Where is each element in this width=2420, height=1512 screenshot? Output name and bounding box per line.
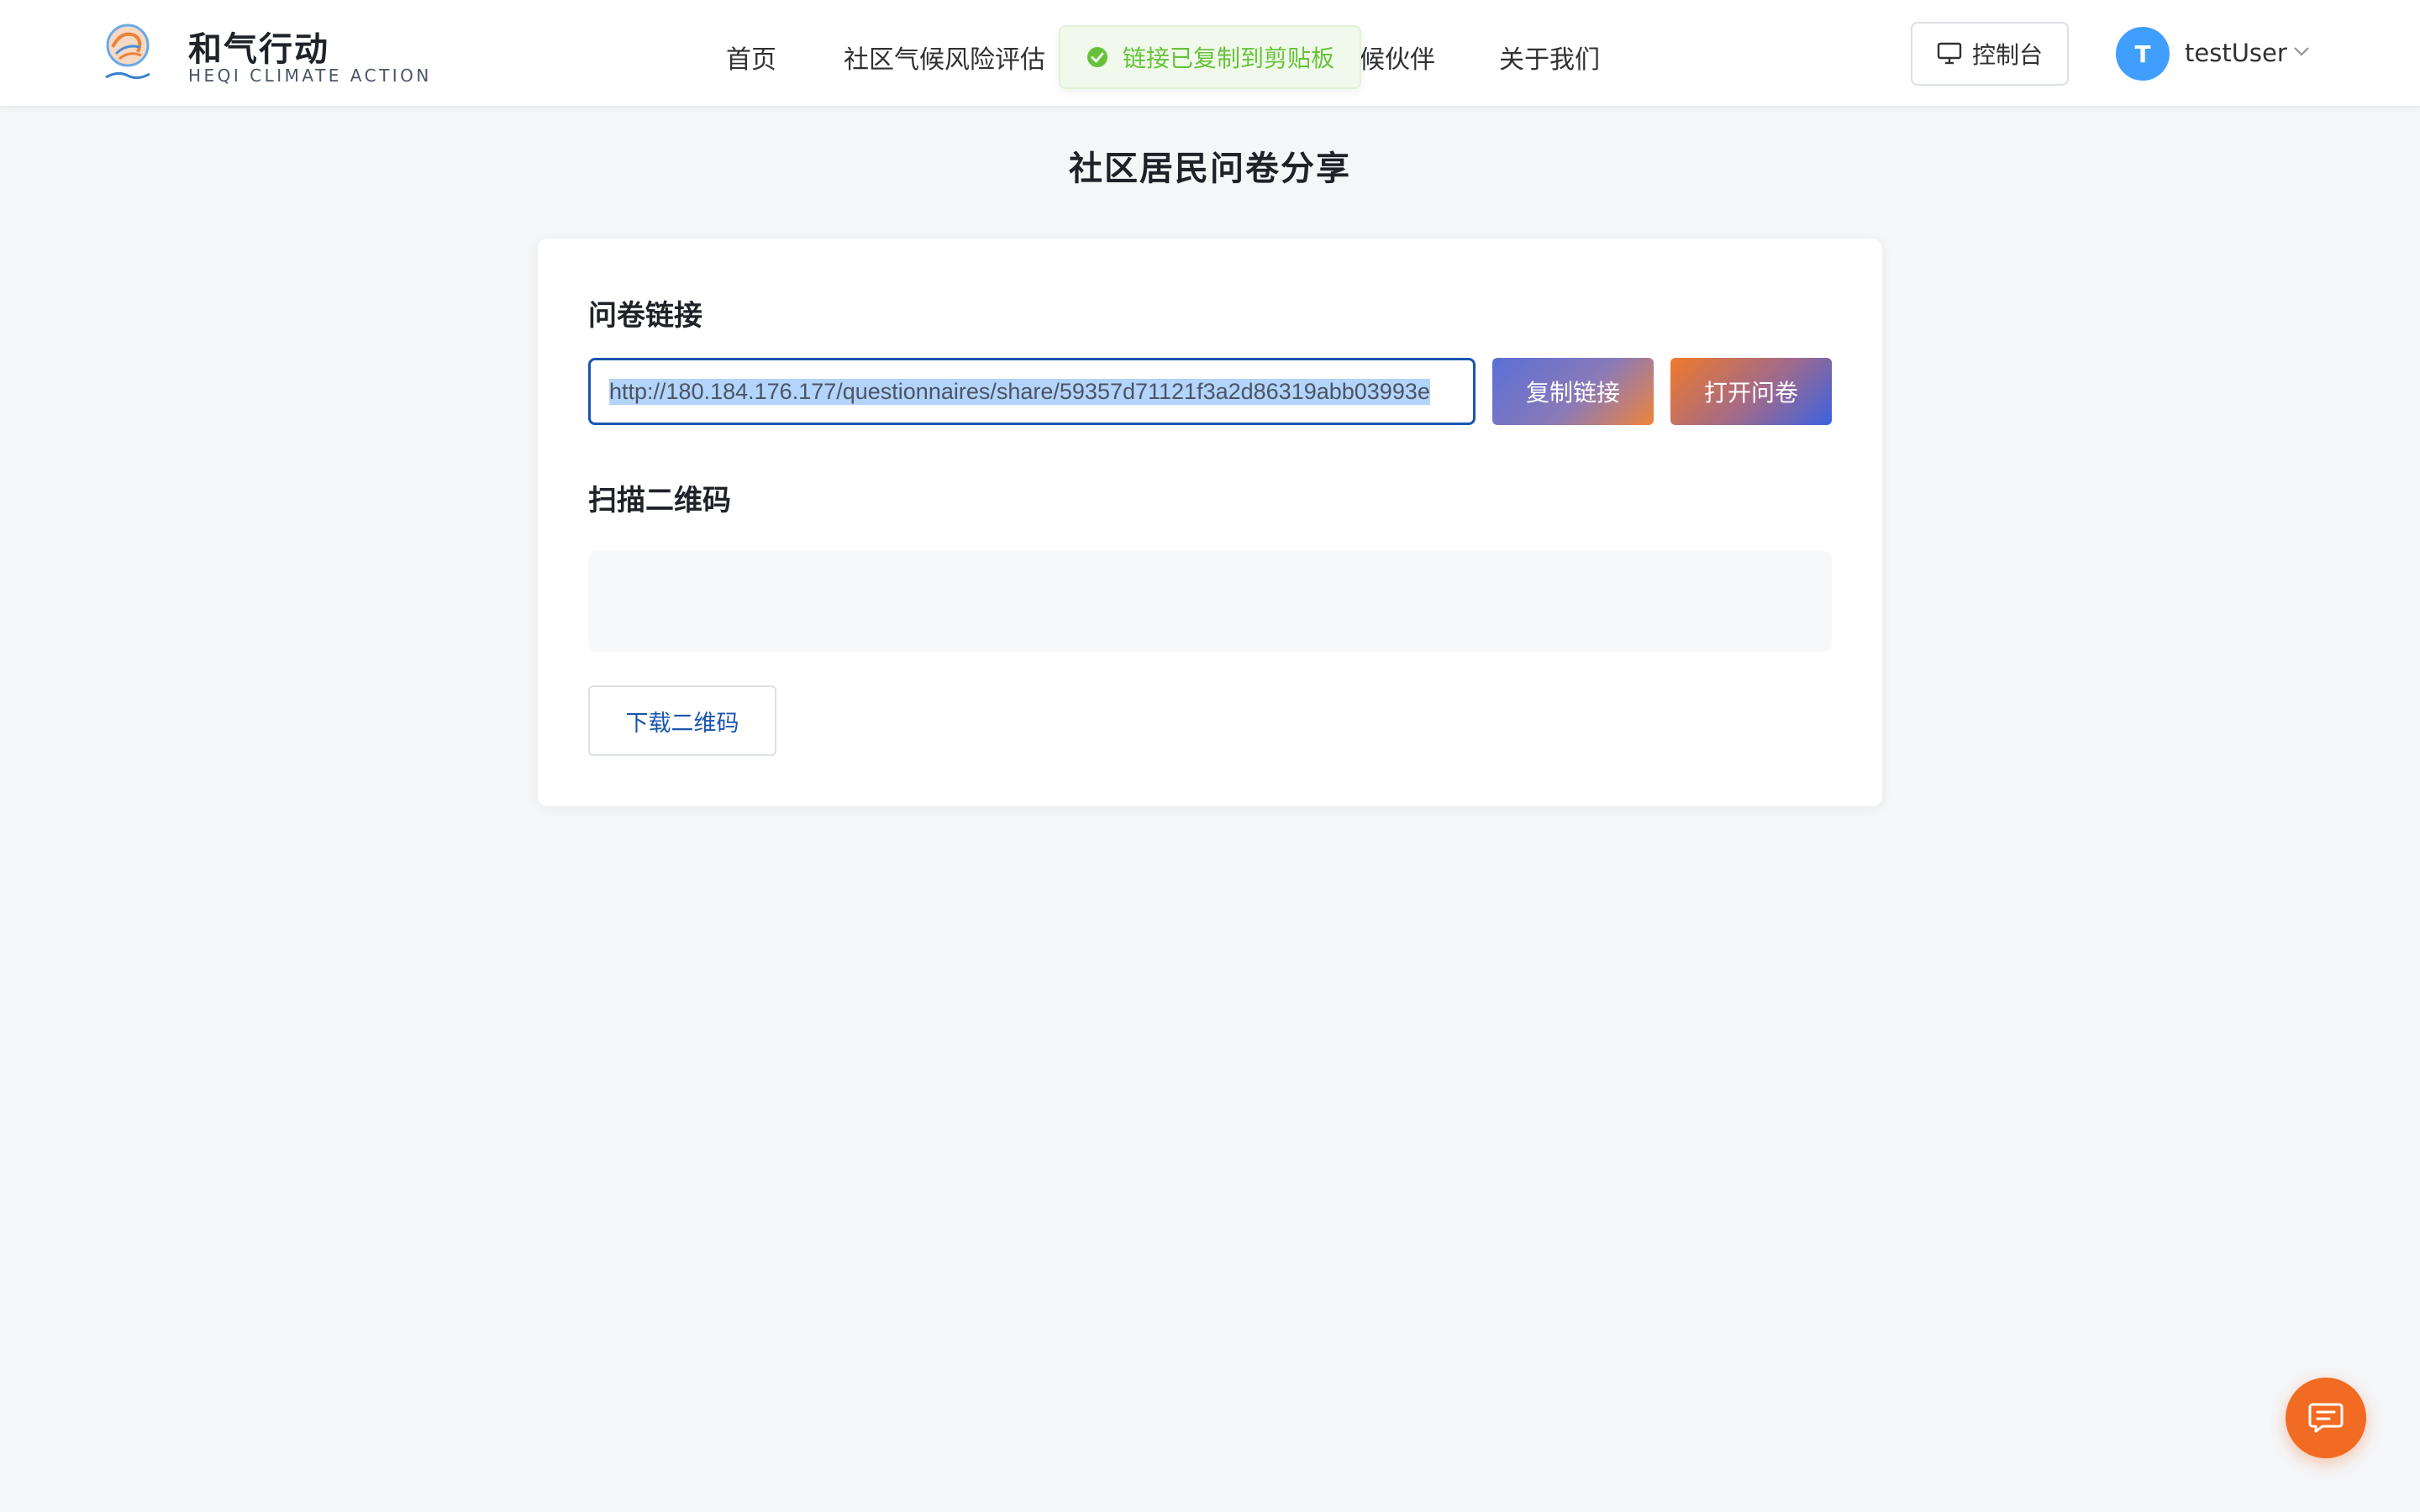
toast-message: 链接已复制到剪贴板 — [1123, 45, 1335, 72]
open-questionnaire-button[interactable]: 打开问卷 — [1670, 358, 1832, 425]
brand-tagline: HEQI CLIMATE ACTION — [188, 66, 432, 86]
nav-climate-partners[interactable]: 候伙伴 — [1360, 39, 1435, 76]
link-section-title: 问卷链接 — [588, 299, 702, 333]
chevron-down-icon[interactable] — [2292, 45, 2311, 57]
brand-logo-icon — [105, 24, 150, 80]
copy-link-button[interactable]: 复制链接 — [1492, 358, 1654, 425]
chat-icon — [2308, 1403, 2344, 1433]
share-card: 问卷链接 复制链接 打开问卷 扫描二维码 下载二维码 — [538, 239, 1882, 806]
nav-climate-risk-assessment[interactable]: 社区气候风险评估 — [844, 39, 1045, 76]
console-button[interactable]: 控制台 — [1911, 22, 2069, 86]
brand-name: 和气行动 — [188, 30, 329, 69]
success-toast: 链接已复制到剪贴板 — [1059, 25, 1361, 89]
check-circle-icon — [1087, 47, 1107, 67]
chat-fab-button[interactable] — [2286, 1378, 2366, 1458]
download-qr-button[interactable]: 下载二维码 — [588, 685, 776, 756]
brand-logo[interactable] — [101, 22, 155, 86]
console-label: 控制台 — [1971, 42, 2043, 68]
qr-code-area — [588, 551, 1832, 652]
qr-section-title: 扫描二维码 — [588, 484, 731, 517]
nav-about-us[interactable]: 关于我们 — [1499, 39, 1600, 76]
username[interactable]: testUser — [2185, 39, 2287, 67]
questionnaire-link-input[interactable] — [588, 358, 1476, 425]
page-title: 社区居民问卷分享 — [1069, 150, 1351, 188]
user-avatar[interactable]: T — [2116, 27, 2170, 81]
nav-home[interactable]: 首页 — [726, 39, 776, 76]
monitor-icon — [1937, 42, 1962, 65]
